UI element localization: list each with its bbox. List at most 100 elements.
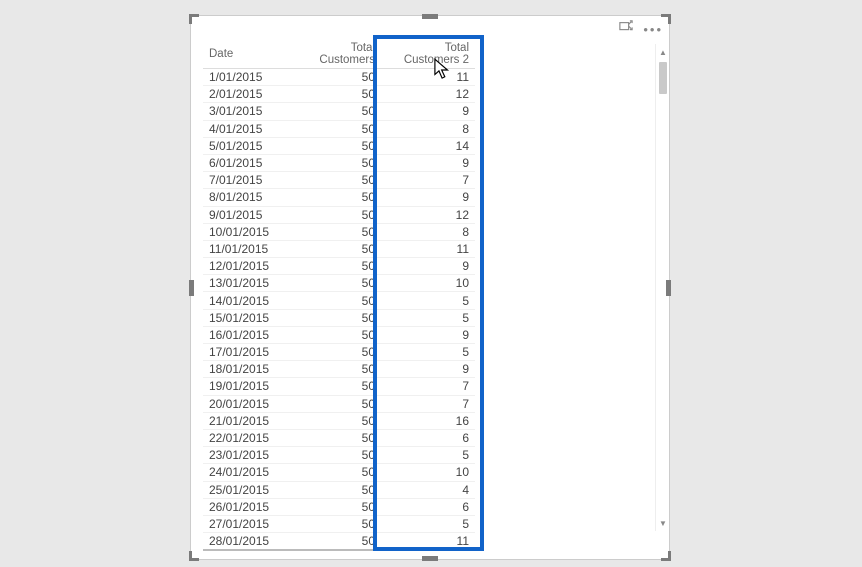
cell-tc2: 7 <box>381 395 475 412</box>
cell-date: 15/01/2015 <box>203 309 295 326</box>
table-row[interactable]: 20/01/2015507 <box>203 395 475 412</box>
total-label: Total <box>203 550 295 551</box>
table-row[interactable]: 25/01/2015504 <box>203 481 475 498</box>
total-tc1: 50 <box>295 550 381 551</box>
cell-tc2: 11 <box>381 69 475 86</box>
table-row[interactable]: 5/01/20155014 <box>203 137 475 154</box>
table-row[interactable]: 13/01/20155010 <box>203 275 475 292</box>
table-row[interactable]: 6/01/2015509 <box>203 154 475 171</box>
cell-tc1: 50 <box>295 447 381 464</box>
cell-date: 28/01/2015 <box>203 533 295 550</box>
cell-tc1: 50 <box>295 429 381 446</box>
table-row[interactable]: 17/01/2015505 <box>203 344 475 361</box>
resize-handle-bottom[interactable] <box>422 556 438 561</box>
more-options-icon[interactable]: ••• <box>643 23 663 36</box>
scroll-down-icon[interactable]: ▼ <box>656 515 670 531</box>
cell-tc1: 50 <box>295 412 381 429</box>
cell-tc2: 9 <box>381 154 475 171</box>
scroll-thumb[interactable] <box>659 62 667 94</box>
cell-tc2: 10 <box>381 464 475 481</box>
cell-tc2: 11 <box>381 533 475 550</box>
table-row[interactable]: 3/01/2015509 <box>203 103 475 120</box>
cell-tc2: 12 <box>381 206 475 223</box>
table-row[interactable]: 7/01/2015507 <box>203 172 475 189</box>
cell-tc1: 50 <box>295 258 381 275</box>
table-row[interactable]: 15/01/2015505 <box>203 309 475 326</box>
table-row[interactable]: 22/01/2015506 <box>203 429 475 446</box>
cell-date: 24/01/2015 <box>203 464 295 481</box>
resize-handle-left[interactable] <box>189 280 194 296</box>
col-header-tc1[interactable]: Total Customers <box>295 42 381 69</box>
resize-handle-tr[interactable] <box>661 14 671 24</box>
resize-handle-top[interactable] <box>422 14 438 19</box>
table-row[interactable]: 4/01/2015508 <box>203 120 475 137</box>
cell-tc1: 50 <box>295 533 381 550</box>
cell-tc1: 50 <box>295 206 381 223</box>
table-row[interactable]: 19/01/2015507 <box>203 378 475 395</box>
scroll-up-icon[interactable]: ▲ <box>656 44 670 60</box>
table-row[interactable]: 10/01/2015508 <box>203 223 475 240</box>
table-row[interactable]: 18/01/2015509 <box>203 361 475 378</box>
resize-handle-right[interactable] <box>666 280 671 296</box>
cell-date: 8/01/2015 <box>203 189 295 206</box>
cell-tc2: 9 <box>381 361 475 378</box>
cell-tc2: 11 <box>381 240 475 257</box>
cell-date: 5/01/2015 <box>203 137 295 154</box>
table-row[interactable]: 8/01/2015509 <box>203 189 475 206</box>
table-row[interactable]: 14/01/2015505 <box>203 292 475 309</box>
cell-tc2: 14 <box>381 137 475 154</box>
cell-tc2: 10 <box>381 275 475 292</box>
table-row[interactable]: 27/01/2015505 <box>203 515 475 532</box>
cell-tc1: 50 <box>295 326 381 343</box>
cell-date: 7/01/2015 <box>203 172 295 189</box>
focus-mode-icon[interactable] <box>619 20 633 39</box>
table-container: Date Total Customers Total Customers 2 1… <box>203 42 663 551</box>
table-total-row: Total 50 50 <box>203 550 475 551</box>
table-row[interactable]: 1/01/20155011 <box>203 69 475 86</box>
cell-date: 20/01/2015 <box>203 395 295 412</box>
cell-tc2: 7 <box>381 172 475 189</box>
cell-date: 1/01/2015 <box>203 69 295 86</box>
table-row[interactable]: 2/01/20155012 <box>203 86 475 103</box>
table-visual[interactable]: ••• Date Total Customers Total Customers… <box>190 15 670 560</box>
table-row[interactable]: 23/01/2015505 <box>203 447 475 464</box>
cell-tc2: 5 <box>381 292 475 309</box>
cell-tc1: 50 <box>295 103 381 120</box>
col-header-date[interactable]: Date <box>203 42 295 69</box>
cell-tc2: 6 <box>381 429 475 446</box>
cell-tc1: 50 <box>295 361 381 378</box>
cell-tc2: 5 <box>381 515 475 532</box>
resize-handle-br[interactable] <box>661 551 671 561</box>
cell-tc1: 50 <box>295 172 381 189</box>
cell-tc1: 50 <box>295 498 381 515</box>
cell-date: 23/01/2015 <box>203 447 295 464</box>
cell-date: 3/01/2015 <box>203 103 295 120</box>
resize-handle-bl[interactable] <box>189 551 199 561</box>
table-row[interactable]: 21/01/20155016 <box>203 412 475 429</box>
resize-handle-tl[interactable] <box>189 14 199 24</box>
data-table: Date Total Customers Total Customers 2 1… <box>203 42 475 551</box>
cell-date: 9/01/2015 <box>203 206 295 223</box>
table-row[interactable]: 11/01/20155011 <box>203 240 475 257</box>
cell-date: 2/01/2015 <box>203 86 295 103</box>
table-row[interactable]: 24/01/20155010 <box>203 464 475 481</box>
cell-tc2: 7 <box>381 378 475 395</box>
cell-tc1: 50 <box>295 292 381 309</box>
table-row[interactable]: 9/01/20155012 <box>203 206 475 223</box>
cell-tc2: 16 <box>381 412 475 429</box>
cell-tc1: 50 <box>295 120 381 137</box>
table-row[interactable]: 28/01/20155011 <box>203 533 475 550</box>
col-header-tc2[interactable]: Total Customers 2 <box>381 42 475 69</box>
cell-date: 26/01/2015 <box>203 498 295 515</box>
cell-date: 11/01/2015 <box>203 240 295 257</box>
cell-tc1: 50 <box>295 240 381 257</box>
cell-tc2: 9 <box>381 189 475 206</box>
cell-tc1: 50 <box>295 464 381 481</box>
cell-tc2: 9 <box>381 103 475 120</box>
cell-tc2: 5 <box>381 309 475 326</box>
table-row[interactable]: 26/01/2015506 <box>203 498 475 515</box>
cell-tc1: 50 <box>295 309 381 326</box>
table-row[interactable]: 12/01/2015509 <box>203 258 475 275</box>
table-row[interactable]: 16/01/2015509 <box>203 326 475 343</box>
cell-tc2: 5 <box>381 447 475 464</box>
